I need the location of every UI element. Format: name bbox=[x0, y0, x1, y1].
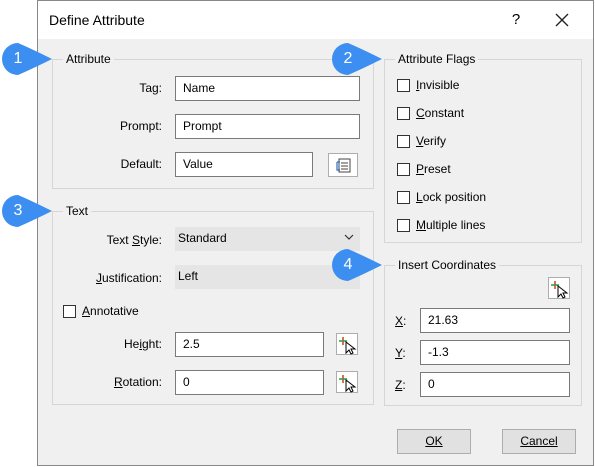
text-style-label: Text Style: bbox=[78, 233, 162, 247]
help-button[interactable]: ? bbox=[506, 11, 526, 28]
x-label-u: X bbox=[395, 314, 404, 328]
flag-checkbox-box[interactable] bbox=[397, 78, 410, 92]
dialog-title: Define Attribute bbox=[49, 12, 145, 28]
flag-label-accel: L bbox=[416, 190, 423, 204]
flag-checkbox-preset[interactable]: Preset bbox=[397, 162, 451, 176]
height-pick-button[interactable] bbox=[336, 333, 358, 355]
flag-checkbox-constant[interactable]: Constant bbox=[397, 106, 464, 120]
text-style-label-post: tyle: bbox=[139, 233, 162, 247]
flag-checkbox-box[interactable] bbox=[397, 162, 410, 176]
callout-badge: 4 bbox=[332, 249, 382, 281]
annotative-label-u: A bbox=[82, 304, 91, 318]
cancel-button[interactable]: Cancel bbox=[502, 429, 576, 454]
y-input[interactable]: -1.3 bbox=[420, 340, 570, 365]
title-bar: Define Attribute ? bbox=[38, 1, 593, 39]
callout-number: 1 bbox=[13, 50, 23, 67]
flag-label-rest: erify bbox=[423, 134, 447, 148]
rotation-label: Rotation: bbox=[98, 375, 162, 389]
flag-label-rest: ultiple lines bbox=[426, 218, 486, 232]
ok-button[interactable]: OK bbox=[397, 429, 471, 454]
text-style-value: Standard bbox=[178, 231, 227, 245]
justification-label-post: ustification: bbox=[101, 271, 162, 285]
z-input[interactable]: 0 bbox=[420, 372, 570, 397]
prompt-label: Prompt: bbox=[119, 119, 162, 133]
pick-point-icon bbox=[339, 375, 357, 393]
y-label-u: Y bbox=[395, 346, 403, 360]
text-style-label-u: S bbox=[131, 233, 140, 247]
callout-badge: 1 bbox=[2, 43, 52, 75]
rotation-label-post: otation: bbox=[122, 375, 162, 389]
close-button[interactable] bbox=[548, 7, 576, 33]
flag-checkbox-box[interactable] bbox=[397, 218, 410, 232]
tag-input[interactable]: Name bbox=[175, 76, 360, 101]
attribute-group-title: Attribute bbox=[63, 52, 114, 66]
flag-label-rest: reset bbox=[424, 162, 451, 176]
flag-label-rest: ock position bbox=[422, 190, 487, 204]
insert-pick-button[interactable] bbox=[548, 277, 570, 299]
flag-label-rest: nvisible bbox=[419, 78, 460, 92]
annotative-checkbox-box[interactable] bbox=[63, 304, 76, 318]
text-style-select[interactable]: Standard bbox=[175, 227, 360, 251]
callout-number: 4 bbox=[343, 256, 353, 273]
flag-checkbox-box[interactable] bbox=[397, 134, 410, 148]
field-insert-icon bbox=[336, 158, 351, 173]
z-label: Z: bbox=[395, 378, 406, 392]
height-label-pre: He bbox=[123, 337, 140, 351]
flag-checkbox-lock-position[interactable]: Lock position bbox=[397, 190, 486, 204]
height-label-post: ght: bbox=[141, 337, 162, 351]
insert-coordinates-title: Insert Coordinates bbox=[395, 258, 500, 272]
y-label: Y: bbox=[395, 346, 406, 360]
x-label: X: bbox=[395, 314, 407, 328]
flag-checkbox-label: Multiple lines bbox=[416, 218, 485, 232]
flag-label-accel: C bbox=[416, 106, 425, 120]
flag-checkbox-label: Lock position bbox=[416, 190, 486, 204]
callout-number: 3 bbox=[13, 202, 23, 219]
callout-number: 2 bbox=[343, 50, 353, 67]
attribute-flags-title: Attribute Flags bbox=[395, 52, 479, 66]
tag-label: Tag: bbox=[139, 81, 162, 95]
height-label: Height: bbox=[98, 337, 162, 351]
insert-field-button[interactable] bbox=[328, 153, 358, 177]
ok-button-label: OK bbox=[425, 434, 443, 448]
callout-badge: 3 bbox=[2, 195, 52, 227]
height-input[interactable]: 2.5 bbox=[175, 332, 324, 357]
x-input[interactable]: 21.63 bbox=[420, 308, 570, 333]
flag-checkbox-label: Preset bbox=[416, 162, 451, 176]
flag-checkbox-verify[interactable]: Verify bbox=[397, 134, 446, 148]
flag-checkbox-invisible[interactable]: Invisible bbox=[397, 78, 459, 92]
flag-checkbox-label: Constant bbox=[416, 106, 464, 120]
cancel-button-label: Cancel bbox=[520, 434, 558, 448]
rotation-label-u: R bbox=[113, 375, 123, 389]
flag-checkbox-box[interactable] bbox=[397, 190, 410, 204]
default-label: Default: bbox=[120, 157, 162, 171]
callout-badge: 2 bbox=[332, 43, 382, 75]
rotation-pick-button[interactable] bbox=[336, 371, 358, 393]
text-group-title: Text bbox=[63, 204, 92, 218]
justification-value: Left bbox=[178, 269, 199, 283]
rotation-input[interactable]: 0 bbox=[175, 370, 324, 395]
flag-label-accel: P bbox=[416, 162, 425, 176]
flag-checkbox-box[interactable] bbox=[397, 106, 410, 120]
flag-checkbox-label: Invisible bbox=[416, 78, 459, 92]
flag-label-rest: onstant bbox=[424, 106, 465, 120]
flag-label-accel: M bbox=[416, 218, 426, 232]
justification-label: Justification: bbox=[78, 271, 162, 285]
text-style-label-pre: Text bbox=[106, 233, 132, 247]
flag-checkbox-label: Verify bbox=[416, 134, 446, 148]
flag-checkbox-multiple-lines[interactable]: Multiple lines bbox=[397, 218, 485, 232]
close-icon bbox=[555, 13, 569, 27]
z-label-u: Z bbox=[395, 378, 403, 392]
annotative-label-post: nnotative bbox=[90, 304, 139, 318]
annotative-label: Annotative bbox=[82, 304, 139, 318]
pick-point-icon bbox=[339, 337, 357, 355]
default-input[interactable]: Value bbox=[175, 152, 313, 177]
pick-point-icon bbox=[551, 281, 569, 299]
annotative-checkbox[interactable]: Annotative bbox=[63, 304, 139, 318]
prompt-input[interactable]: Prompt bbox=[175, 114, 360, 139]
define-attribute-dialog: Define Attribute ? Attribute Tag: Name P… bbox=[37, 0, 594, 466]
chevron-down-icon bbox=[344, 230, 354, 245]
